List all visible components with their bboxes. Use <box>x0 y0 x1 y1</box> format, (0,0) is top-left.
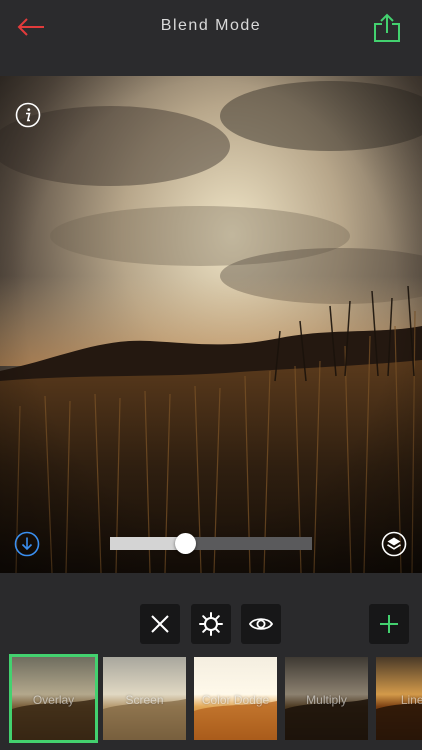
blend-mode-linear[interactable]: Linear <box>376 657 422 740</box>
settings-button[interactable] <box>191 604 231 644</box>
blend-mode-label: Overlay <box>32 693 75 707</box>
blend-mode-label: Linear <box>400 693 422 707</box>
share-icon <box>374 13 400 42</box>
preview-button[interactable] <box>241 604 281 644</box>
slider-thumb[interactable] <box>174 533 196 554</box>
layers-icon <box>381 531 407 557</box>
opacity-slider[interactable] <box>110 533 312 554</box>
page-title: Blend Mode <box>160 17 262 34</box>
top-bar: Blend Mode <box>0 0 422 76</box>
close-button[interactable] <box>140 604 180 644</box>
info-button[interactable] <box>15 102 41 128</box>
layers-button[interactable] <box>381 531 407 557</box>
blend-mode-label: Screen <box>125 693 164 707</box>
gear-icon <box>199 612 223 636</box>
plus-icon <box>380 615 398 633</box>
blend-mode-strip: Overlay Screen Color Dodge Multiply Line <box>0 653 422 750</box>
photo-image <box>0 76 422 573</box>
blend-mode-label: Multiply <box>306 693 347 707</box>
blend-mode-screen[interactable]: Screen <box>103 657 186 740</box>
blend-mode-multiply[interactable]: Multiply <box>285 657 368 740</box>
blend-mode-label: Color Dodge <box>201 693 270 707</box>
close-icon <box>151 615 169 633</box>
photo-canvas <box>0 76 422 573</box>
blend-mode-color-dodge[interactable]: Color Dodge <box>194 657 277 740</box>
download-button[interactable] <box>14 531 40 557</box>
slider-fill <box>110 537 185 550</box>
eye-icon <box>248 618 274 630</box>
share-button[interactable] <box>372 12 402 44</box>
add-button[interactable] <box>369 604 409 644</box>
download-icon <box>14 531 40 557</box>
info-icon <box>15 102 41 128</box>
blend-mode-overlay[interactable]: Overlay <box>9 654 98 743</box>
